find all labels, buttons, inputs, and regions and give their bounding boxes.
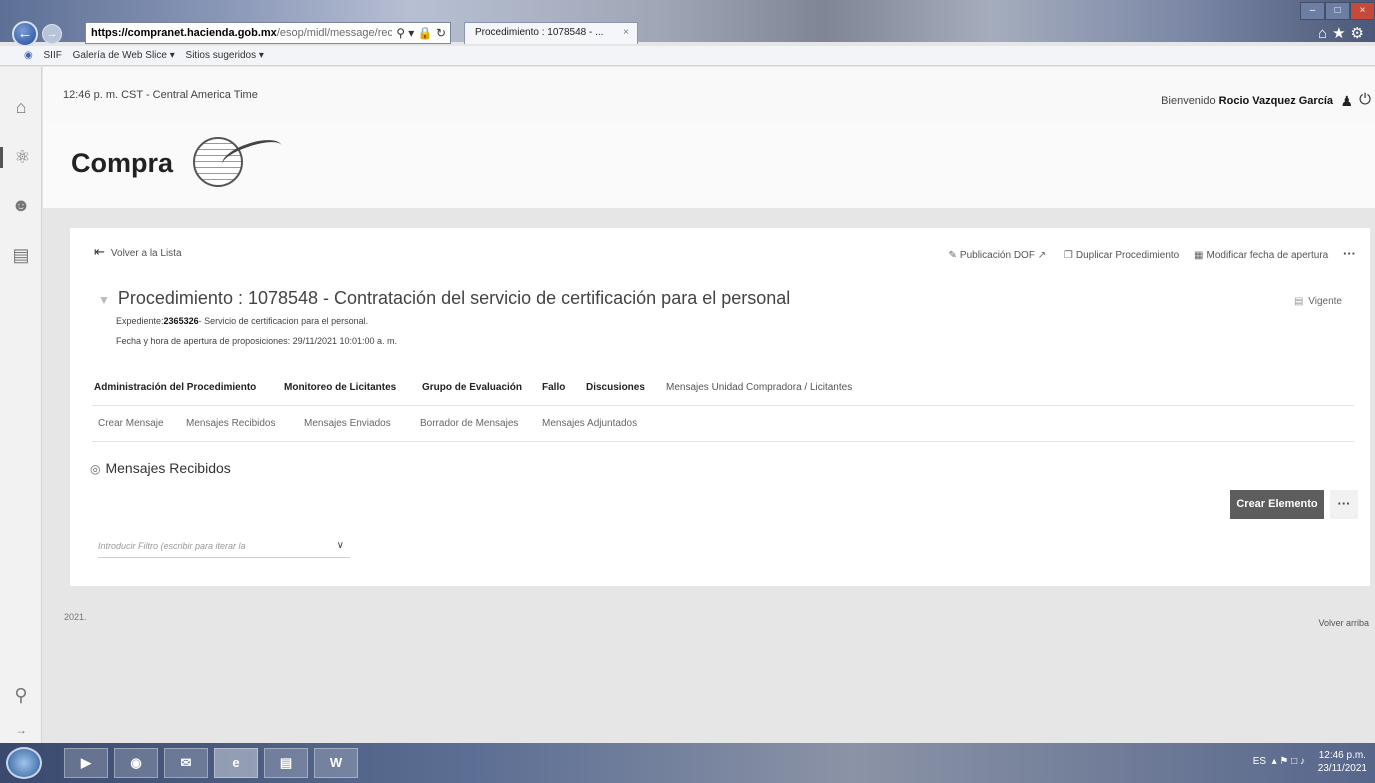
browser-title-bar: ← → https://compranet.hacienda.gob.mx/es… bbox=[0, 0, 1375, 47]
back-to-list-icon: ⇤ bbox=[94, 244, 105, 259]
chevron-down-icon: ∨ bbox=[336, 540, 344, 551]
duplicate-icon: ❐ bbox=[1063, 250, 1073, 261]
fav-site-icon[interactable]: ◉ bbox=[24, 50, 33, 61]
welcome-text: Bienvenido Rocio Vazquez García bbox=[1161, 95, 1333, 107]
documents-icon[interactable]: ▤ bbox=[0, 245, 42, 266]
more-actions-button[interactable]: ··· bbox=[1343, 246, 1356, 261]
tab-mensajes-unidad[interactable]: Mensajes Unidad Compradora / Licitantes bbox=[666, 382, 852, 393]
page-top-bar: 12:46 p. m. CST - Central America Time B… bbox=[43, 67, 1375, 123]
maximize-icon[interactable]: □ bbox=[1325, 2, 1350, 20]
messages-icon: ◎ bbox=[90, 462, 101, 476]
publicacion-dof-button[interactable]: ✎ Publicación DOF ↗ bbox=[949, 250, 1050, 261]
tray-time: 12:46 p.m. bbox=[1318, 750, 1366, 761]
tray-icons[interactable]: ▴ ⚑ □ ♪ bbox=[1269, 756, 1305, 767]
user-icon[interactable]: ♟ bbox=[1340, 93, 1353, 110]
fav-webslice[interactable]: Galería de Web Slice ▾ bbox=[73, 50, 175, 61]
taskbar-outlook-icon[interactable]: ✉ bbox=[164, 748, 208, 778]
publish-icon: ✎ bbox=[948, 250, 957, 261]
status-icon: ▤ bbox=[1294, 296, 1304, 307]
url-host: https://compranet.hacienda.gob.mx bbox=[91, 27, 277, 39]
welcome-prefix: Bienvenido bbox=[1161, 95, 1216, 107]
tab-grupo-evaluacion[interactable]: Grupo de Evaluación bbox=[422, 382, 522, 393]
status-text: Vigente bbox=[1308, 296, 1342, 307]
tab-close-icon[interactable]: × bbox=[623, 23, 629, 43]
compranet-logo-text: Compra bbox=[71, 148, 174, 178]
modificar-label: Modificar fecha de apertura bbox=[1206, 250, 1329, 261]
main-tabs: Administración del Procedimiento Monitor… bbox=[92, 378, 1354, 406]
expediente-line: Expediente:2365326- Servicio de certific… bbox=[116, 316, 368, 326]
taskbar-media-icon[interactable]: ▶ bbox=[64, 748, 108, 778]
logo-area: Compra bbox=[43, 123, 1375, 208]
tray-date: 23/11/2021 bbox=[1317, 763, 1367, 774]
back-arrow-icon[interactable]: ← bbox=[12, 21, 38, 47]
procedure-card: ⇤ Volver a la Lista ✎ Publicación DOF ↗ ❐ D… bbox=[70, 228, 1370, 586]
sub-tabs: Crear Mensaje Mensajes Recibidos Mensaje… bbox=[92, 414, 1354, 442]
tab-discusiones[interactable]: Discusiones bbox=[586, 382, 645, 393]
subtab-adjuntados[interactable]: Mensajes Adjuntados bbox=[542, 418, 637, 429]
procedures-icon[interactable]: ⚛ bbox=[0, 147, 42, 168]
expediente-desc: - Servicio de certificacion para el pers… bbox=[198, 316, 369, 326]
crear-elemento-button[interactable]: Crear Elemento bbox=[1230, 490, 1324, 519]
left-rail: ⌂ ⚛ ☻ ▤ ⚲ → bbox=[0, 67, 42, 743]
expand-arrow-icon[interactable]: → bbox=[0, 723, 42, 737]
close-icon[interactable]: × bbox=[1350, 2, 1375, 20]
back-to-list-label: Volver a la Lista bbox=[110, 248, 182, 259]
taskbar-word-icon[interactable]: W bbox=[314, 748, 358, 778]
user-name[interactable]: Rocio Vazquez García bbox=[1219, 95, 1333, 107]
server-clock: 12:46 p. m. CST - Central America Time bbox=[63, 89, 258, 101]
publicacion-label: Publicación DOF bbox=[959, 250, 1035, 261]
procedure-title-text: Procedimiento : 1078548 - Contratación d… bbox=[117, 288, 791, 308]
subtab-mensajes-recibidos[interactable]: Mensajes Recibidos bbox=[186, 418, 276, 429]
tab-administracion[interactable]: Administración del Procedimiento bbox=[94, 382, 256, 393]
system-tray: ES ▴ ⚑ □ ♪ bbox=[1253, 756, 1305, 767]
tray-lang[interactable]: ES bbox=[1253, 756, 1266, 767]
tab-monitoreo[interactable]: Monitoreo de Licitantes bbox=[284, 382, 396, 393]
power-icon[interactable]: ⏻ bbox=[1359, 91, 1371, 108]
forward-arrow-icon[interactable]: → bbox=[42, 24, 62, 44]
taskbar-explorer-icon[interactable]: ▤ bbox=[264, 748, 308, 778]
address-bar[interactable]: https://compranet.hacienda.gob.mx/esop/m… bbox=[85, 22, 451, 44]
fav-sugeridos[interactable]: Sitios sugeridos ▾ bbox=[186, 50, 264, 61]
address-search-lock-refresh-icon[interactable]: ⚲ ▾ 🔒 ↻ bbox=[392, 23, 446, 43]
footer-year: 2021. bbox=[64, 612, 87, 622]
filter-placeholder: Introducir Filtro (escribir para iterar … bbox=[98, 541, 246, 551]
browser-tab[interactable]: Procedimiento : 1078548 - ... × bbox=[464, 22, 638, 44]
back-to-list-link[interactable]: ⇤ Volver a la Lista bbox=[94, 244, 182, 260]
duplicar-label: Duplicar Procedimiento bbox=[1075, 250, 1180, 261]
favorites-bar: ◉ SIIF Galería de Web Slice ▾ Sitios sug… bbox=[0, 46, 1375, 66]
procedure-actions: ✎ Publicación DOF ↗ ❐ Duplicar Procedimien… bbox=[937, 246, 1356, 261]
section-more-button[interactable]: ··· bbox=[1330, 490, 1358, 519]
subtab-crear-mensaje[interactable]: Crear Mensaje bbox=[98, 418, 164, 429]
home-icon[interactable]: ⌂ bbox=[0, 97, 42, 118]
back-to-top-link[interactable]: Volver arriba bbox=[1318, 618, 1369, 628]
search-icon[interactable]: ⚲ bbox=[0, 685, 42, 706]
users-icon[interactable]: ☻ bbox=[0, 195, 42, 216]
expediente-id: 2365326 bbox=[163, 316, 199, 326]
fav-siif[interactable]: SIIF bbox=[44, 50, 62, 61]
windows-taskbar: ▶ ◉ ✉ e ▤ W ES ▴ ⚑ □ ♪ 12:46 p.m. 23/11/… bbox=[0, 743, 1375, 783]
modificar-fecha-button[interactable]: ▦ Modificar fecha de apertura bbox=[1194, 250, 1328, 261]
subtab-mensajes-enviados[interactable]: Mensajes Enviados bbox=[304, 418, 391, 429]
calendar-edit-icon: ▦ bbox=[1194, 250, 1204, 261]
tab-title: Procedimiento : 1078548 - ... bbox=[475, 27, 604, 38]
procedure-title: ▼ Procedimiento : 1078548 - Contratación … bbox=[98, 288, 790, 309]
tray-clock[interactable]: 12:46 p.m. 23/11/2021 bbox=[1318, 749, 1367, 775]
duplicar-procedimiento-button[interactable]: ❐ Duplicar Procedimiento bbox=[1064, 250, 1179, 261]
home-star-gear-icons[interactable]: ⌂★⚙ bbox=[1318, 24, 1369, 42]
window-controls: – □ × bbox=[1300, 2, 1375, 22]
section-title-text: Mensajes Recibidos bbox=[105, 460, 231, 476]
start-button[interactable] bbox=[6, 747, 42, 779]
taskbar-ie-icon[interactable]: e bbox=[214, 748, 258, 778]
taskbar-chrome-icon[interactable]: ◉ bbox=[114, 748, 158, 778]
subtab-borrador[interactable]: Borrador de Mensajes bbox=[420, 418, 518, 429]
filter-select[interactable]: Introducir Filtro (escribir para iterar … bbox=[98, 534, 350, 558]
section-title: ◎ Mensajes Recibidos bbox=[90, 460, 231, 476]
minimize-icon[interactable]: – bbox=[1300, 2, 1325, 20]
status-badge: ▤ Vigente bbox=[1294, 296, 1342, 307]
expediente-label: Expediente: bbox=[116, 316, 164, 326]
tab-fallo[interactable]: Fallo bbox=[542, 382, 565, 393]
apertura-fecha: Fecha y hora de apertura de proposicione… bbox=[116, 336, 398, 346]
collapse-caret-icon[interactable]: ▼ bbox=[98, 293, 110, 307]
external-link-icon: ↗ bbox=[1037, 250, 1047, 261]
